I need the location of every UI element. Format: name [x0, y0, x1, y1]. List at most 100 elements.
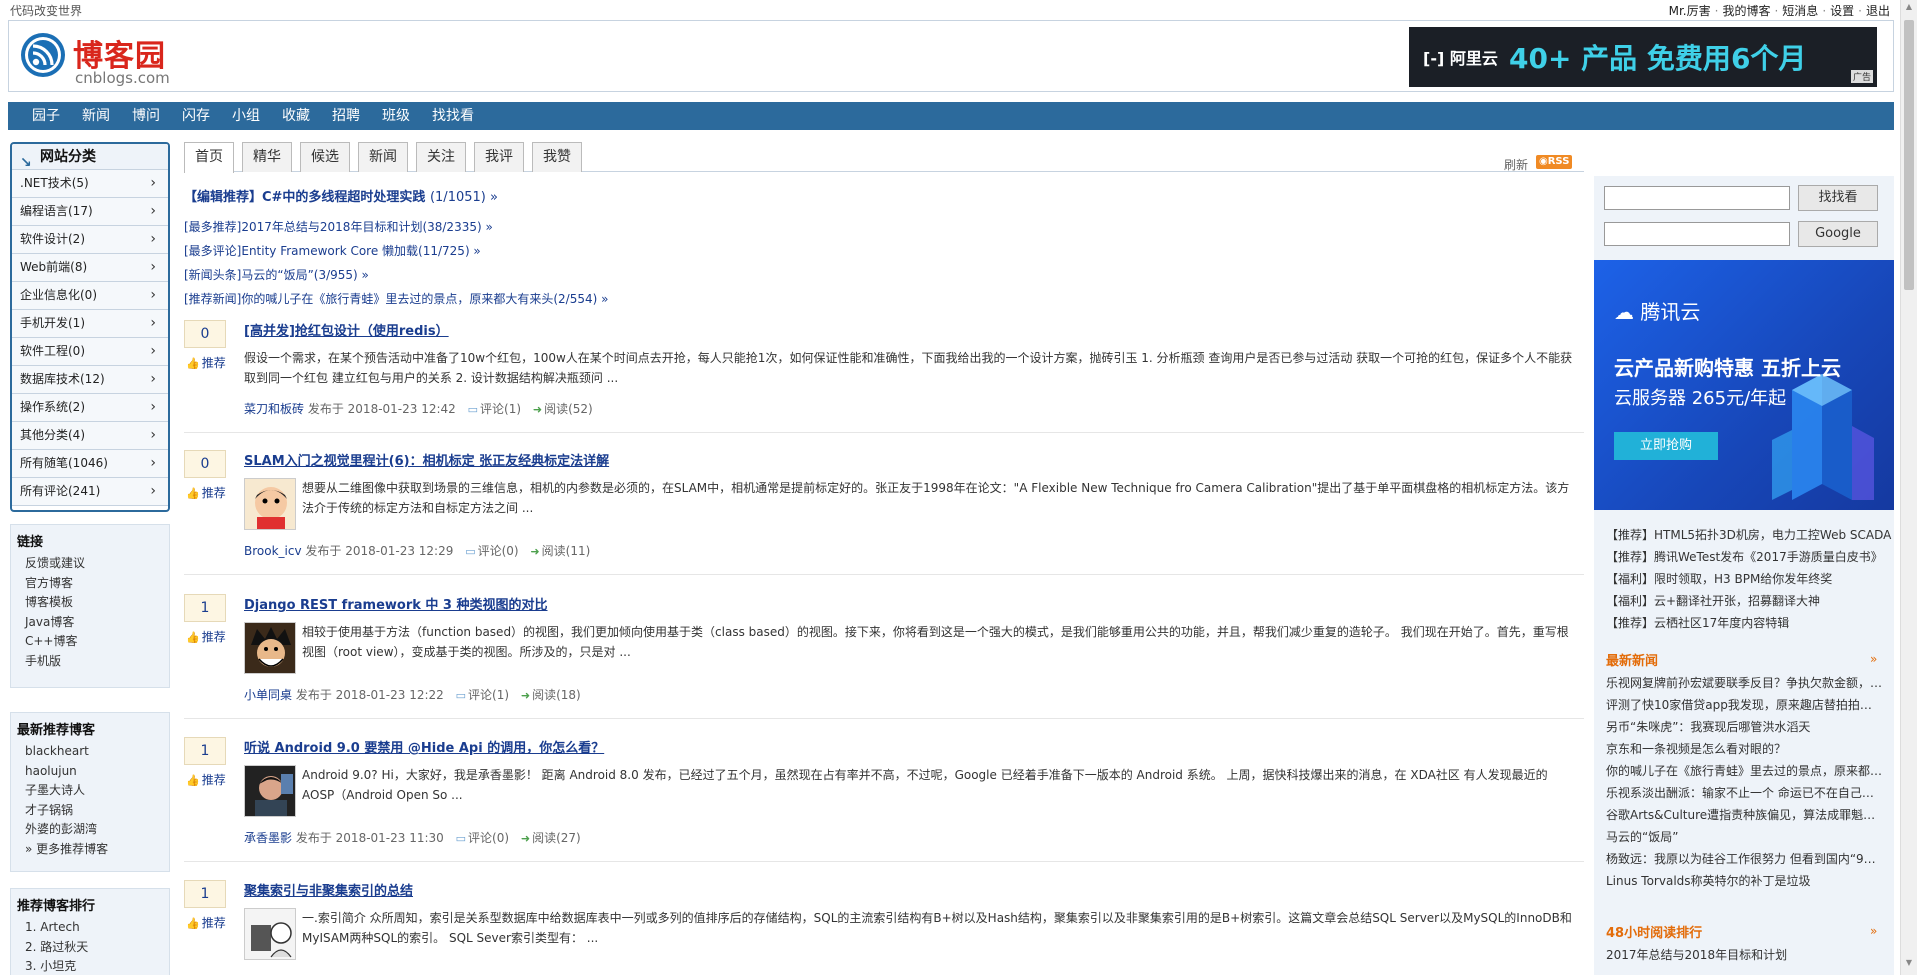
- site-search-input[interactable]: [1604, 186, 1790, 210]
- news-item[interactable]: 乐视系淡出酬派：输家不止一个 命运已不在自己手中: [1606, 784, 1882, 801]
- rank-item[interactable]: 3. 小坦克: [17, 957, 163, 977]
- pick-link[interactable]: [最多推荐]2017年总结与2018年目标和计划(38/2335) »: [184, 218, 493, 235]
- news-item[interactable]: 你的喊儿子在《旅行青蛙》里去过的景点，原来都…: [1606, 762, 1882, 779]
- nav-item-favorites[interactable]: 收藏: [271, 102, 321, 130]
- post-author[interactable]: Brook_icv: [244, 544, 302, 558]
- nav-item-news[interactable]: 新闻: [71, 102, 121, 130]
- logout-link[interactable]: 退出: [1866, 4, 1890, 18]
- news-item[interactable]: 谷歌Arts&Culture遭指责种族偏见，算法成罪魁祸…: [1606, 806, 1882, 823]
- google-search-input[interactable]: [1604, 222, 1790, 246]
- digg-count[interactable]: 0: [184, 320, 226, 348]
- post-comments[interactable]: 评论(1): [480, 402, 521, 416]
- post-title[interactable]: [高并发]抢红包设计（使用redis）: [244, 320, 449, 339]
- hot-48h-more[interactable]: »: [1870, 924, 1877, 938]
- page-scrollbar[interactable]: ▲ ▼: [1900, 0, 1917, 975]
- pick-link[interactable]: [最多评论]Entity Framework Core 懒加载(11/725) …: [184, 242, 481, 259]
- rank-item[interactable]: 2. 路过秋天: [17, 938, 163, 958]
- site-logo[interactable]: 博客园 cnblogs.com: [19, 29, 179, 87]
- site-search-button[interactable]: 找找看: [1798, 185, 1878, 211]
- category-item[interactable]: Web前端(8) ›: [12, 254, 168, 282]
- category-item[interactable]: 软件工程(0) ›: [12, 338, 168, 366]
- aliyun-ad-banner[interactable]: [-] 阿里云 40+ 产品 免费用6个月 广告: [1409, 27, 1877, 87]
- text-ad-link[interactable]: 【福利】限时领取，H3 BPM给你发年终奖: [1606, 570, 1832, 587]
- pick-link[interactable]: [推荐新闻]你的喊儿子在《旅行青蛙》里去过的景点，原来都大有来头(2/554) …: [184, 290, 608, 307]
- post-title[interactable]: 听说 Android 9.0 要禁用 @Hide Api 的调用，你怎么看？: [244, 737, 604, 756]
- digg-count[interactable]: 1: [184, 737, 226, 765]
- author-avatar[interactable]: [244, 908, 296, 960]
- post-comments[interactable]: 评论(0): [468, 831, 509, 845]
- recommend-button[interactable]: 👍 推荐: [186, 628, 226, 645]
- post-reads[interactable]: 阅读(27): [532, 831, 581, 845]
- post-comments[interactable]: 评论(0): [478, 544, 519, 558]
- nav-item-groups[interactable]: 小组: [221, 102, 271, 130]
- editor-pick-headline[interactable]: 【编辑推荐】C#中的多线程超时处理实践 (1/1051) »: [184, 186, 498, 205]
- nav-item-flash[interactable]: 闪存: [171, 102, 221, 130]
- latest-news-title[interactable]: 最新新闻: [1606, 650, 1658, 669]
- blogger-item[interactable]: 才子锅锅: [17, 801, 163, 821]
- post-author[interactable]: 小单同桌: [244, 688, 292, 702]
- digg-count[interactable]: 1: [184, 880, 226, 908]
- news-item[interactable]: 评测了快10家借贷app我发现，原来趣店替拍拍贷…: [1606, 696, 1882, 713]
- tab-my-comments[interactable]: 我评: [474, 142, 524, 172]
- news-item[interactable]: 京东和一条视频是怎么看对眼的？: [1606, 740, 1882, 757]
- settings-link[interactable]: 设置: [1830, 4, 1854, 18]
- links-item[interactable]: Java博客: [17, 613, 163, 633]
- google-search-button[interactable]: Google: [1798, 221, 1878, 247]
- tab-home[interactable]: 首页: [184, 142, 234, 173]
- news-item[interactable]: 乐视网复牌前孙宏斌要联季反目？争执欠款金额，…: [1606, 674, 1882, 691]
- text-ad-link[interactable]: 【推荐】云栖社区17年度内容特辑: [1606, 614, 1789, 631]
- post-author[interactable]: 菜刀和板砖: [244, 402, 304, 416]
- author-avatar[interactable]: [244, 478, 296, 530]
- tab-candidates[interactable]: 候选: [300, 142, 350, 172]
- nav-item-jobs[interactable]: 招聘: [321, 102, 371, 130]
- category-item[interactable]: 数据库技术(12) ›: [12, 366, 168, 394]
- blogger-item[interactable]: 子墨大诗人: [17, 781, 163, 801]
- post-comments[interactable]: 评论(1): [468, 688, 509, 702]
- category-item[interactable]: 操作系统(2) ›: [12, 394, 168, 422]
- links-item[interactable]: C++博客: [17, 632, 163, 652]
- blogger-item[interactable]: haolujun: [17, 762, 163, 782]
- my-blog-link[interactable]: 我的博客: [1722, 4, 1770, 18]
- post-reads[interactable]: 阅读(52): [544, 402, 593, 416]
- refresh-link[interactable]: 刷新: [1504, 156, 1528, 173]
- nav-item-garden[interactable]: 园子: [8, 102, 71, 130]
- scroll-up-icon[interactable]: ▲: [1904, 2, 1914, 16]
- author-avatar[interactable]: [244, 622, 296, 674]
- category-item[interactable]: 企业信息化(0) ›: [12, 282, 168, 310]
- news-item[interactable]: 另币“朱咪虎”：我赛现后哪管洪水滔天: [1606, 718, 1882, 735]
- recommend-button[interactable]: 👍 推荐: [186, 771, 226, 788]
- links-item[interactable]: 官方博客: [17, 574, 163, 594]
- nav-item-search[interactable]: 找找看: [421, 102, 485, 130]
- tencent-cloud-ad[interactable]: ☁ 腾讯云 云产品新购特惠 五折上云 云服务器 265元/年起 立即抢购: [1594, 260, 1894, 510]
- category-item[interactable]: 手机开发(1) ›: [12, 310, 168, 338]
- category-item[interactable]: 软件设计(2) ›: [12, 226, 168, 254]
- category-item[interactable]: 所有评论(241) ›: [12, 478, 168, 506]
- post-author[interactable]: 承香墨影: [244, 831, 292, 845]
- news-item[interactable]: 杨致远：我原以为硅谷工作很努力 但看到国内“996…: [1606, 850, 1882, 867]
- tab-following[interactable]: 关注: [416, 142, 466, 172]
- more-bloggers-link[interactable]: » 更多推荐博客: [17, 840, 163, 860]
- category-item[interactable]: 其他分类(4) ›: [12, 422, 168, 450]
- recommend-button[interactable]: 👍 推荐: [186, 484, 226, 501]
- text-ad-link[interactable]: 【推荐】腾讯WeTest发布《2017手游质量白皮书》: [1606, 548, 1883, 565]
- digg-count[interactable]: 0: [184, 450, 226, 478]
- post-title[interactable]: Django REST framework 中 3 种类视图的对比: [244, 594, 548, 613]
- user-name-link[interactable]: Mr.厉害: [1669, 4, 1711, 18]
- tencent-buy-button[interactable]: 立即抢购: [1614, 432, 1718, 460]
- category-item[interactable]: .NET技术(5) ›: [12, 170, 168, 198]
- author-avatar[interactable]: [244, 765, 296, 817]
- rank-item[interactable]: 1. Artech: [17, 918, 163, 938]
- post-reads[interactable]: 阅读(18): [532, 688, 581, 702]
- blogger-item[interactable]: blackheart: [17, 742, 163, 762]
- nav-item-classes[interactable]: 班级: [371, 102, 421, 130]
- news-item[interactable]: Linus Torvalds称英特尔的补丁是垃圾: [1606, 872, 1882, 889]
- recommend-button[interactable]: 👍 推荐: [186, 354, 226, 371]
- recommend-button[interactable]: 👍 推荐: [186, 914, 226, 931]
- latest-news-more[interactable]: »: [1870, 652, 1877, 666]
- blogger-item[interactable]: 外婆的彭湖湾: [17, 820, 163, 840]
- scroll-down-icon[interactable]: ▼: [1904, 958, 1914, 972]
- pick-link[interactable]: [新闻头条]马云的“饭局”(3/955) »: [184, 266, 369, 283]
- post-reads[interactable]: 阅读(11): [542, 544, 591, 558]
- post-title[interactable]: 聚集索引与非聚集索引的总结: [244, 880, 413, 899]
- category-item[interactable]: 所有随笔(1046) ›: [12, 450, 168, 478]
